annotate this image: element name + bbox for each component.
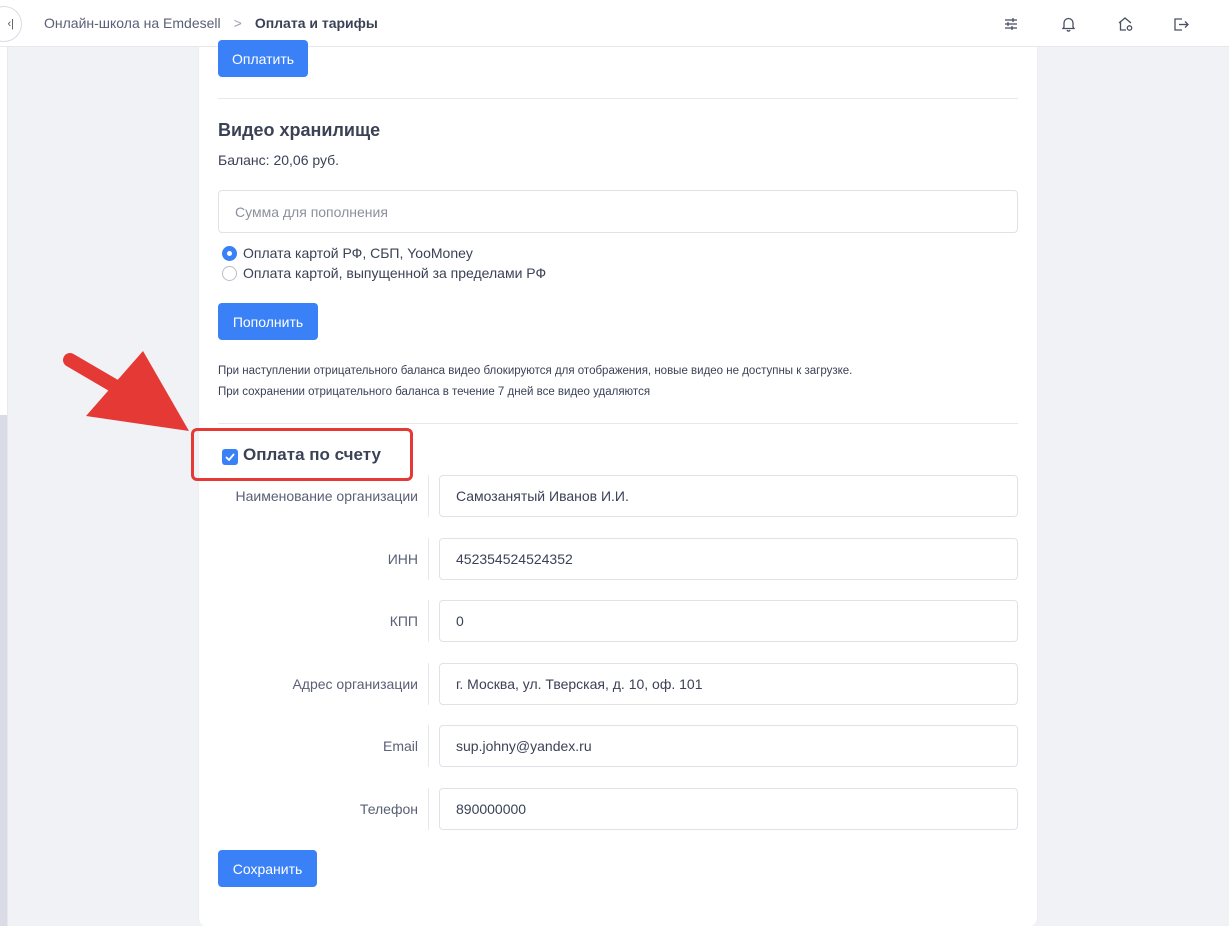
topup-button[interactable]: Пополнить [218, 303, 318, 340]
pay-button[interactable]: Оплатить [218, 40, 308, 77]
org-name-input[interactable] [439, 475, 1018, 517]
kpp-label: КПП [389, 613, 418, 629]
field-divider [428, 788, 429, 830]
inn-input[interactable] [439, 538, 1018, 580]
check-icon [225, 453, 235, 461]
payment-option-rf-label: Оплата картой РФ, СБП, YooMoney [243, 245, 473, 261]
logout-icon[interactable] [1169, 12, 1193, 36]
phone-label: Телефон [359, 801, 418, 817]
radio-rf[interactable] [222, 245, 237, 261]
negative-balance-note: При наступлении отрицательного баланса в… [218, 365, 853, 377]
sidebar-scroll-area [0, 415, 7, 926]
topup-amount-input[interactable] [218, 190, 1018, 233]
sliders-icon[interactable] [999, 12, 1023, 36]
email-label: Email [382, 738, 418, 754]
inn-label: ИНН [387, 551, 418, 567]
radio-foreign[interactable] [222, 265, 237, 281]
invoice-label[interactable]: Оплата по счету [243, 445, 381, 465]
divider [218, 98, 1018, 99]
save-button[interactable]: Сохранить [218, 850, 317, 887]
video-storage-title: Видео хранилище [218, 120, 381, 140]
top-icons [0, 12, 1229, 36]
field-divider [428, 475, 429, 517]
phone-input[interactable] [439, 788, 1018, 830]
invoice-checkbox[interactable] [222, 449, 238, 465]
payment-option-rf[interactable]: Оплата картой РФ, СБП, YooMoney [222, 245, 473, 261]
top-bar: ‹| Онлайн-школа на Emdesell > Оплата и т… [0, 0, 1229, 47]
field-divider [428, 538, 429, 580]
annotation-arrow [63, 351, 189, 431]
kpp-input[interactable] [439, 600, 1018, 642]
field-divider [428, 600, 429, 642]
org-name-label: Наименование организации [235, 488, 418, 504]
divider [218, 423, 1018, 424]
email-input[interactable] [439, 725, 1018, 767]
field-divider [428, 725, 429, 767]
address-input[interactable] [439, 663, 1018, 705]
home-settings-icon[interactable] [1113, 12, 1137, 36]
payment-option-foreign-label: Оплата картой, выпущенной за пределами Р… [243, 265, 547, 281]
bell-icon[interactable] [1056, 12, 1080, 36]
video-balance: Баланс: 20,06 руб. [218, 152, 340, 168]
address-label: Адрес организации [292, 676, 418, 692]
field-divider [428, 663, 429, 705]
deletion-note: При сохранении отрицательного баланса в … [218, 386, 651, 398]
payment-option-foreign[interactable]: Оплата картой, выпущенной за пределами Р… [222, 265, 546, 281]
